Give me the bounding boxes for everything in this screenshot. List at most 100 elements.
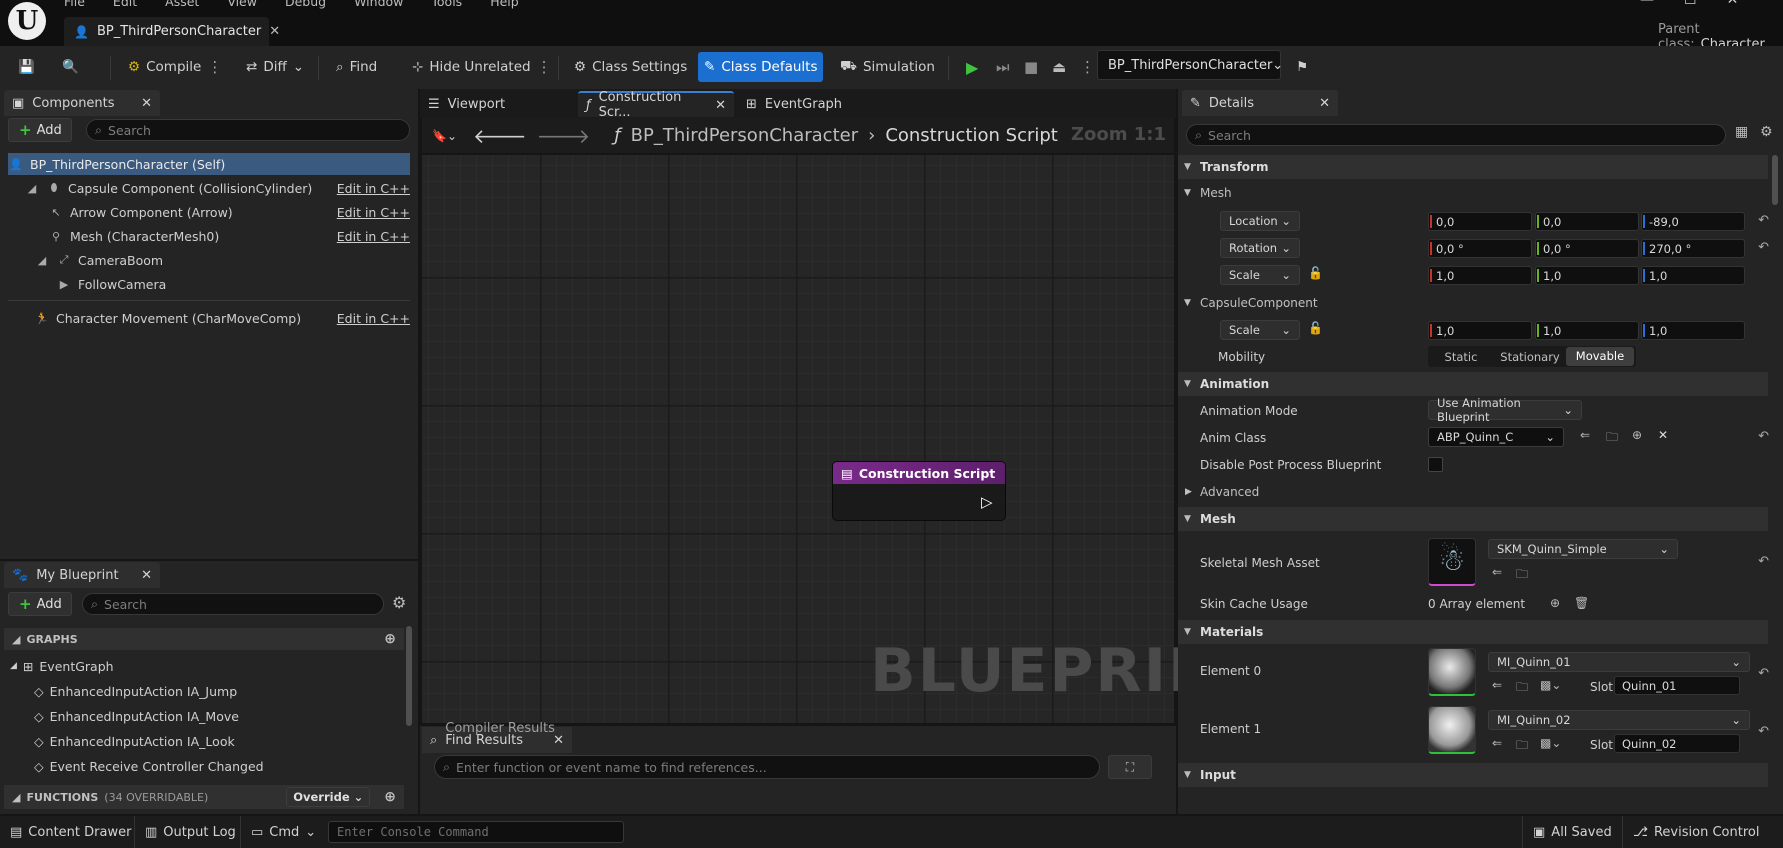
capsule-scale-x-field[interactable]: 1,0: [1428, 321, 1532, 340]
add-element-icon[interactable]: ⊕: [1550, 596, 1560, 610]
menu-asset[interactable]: Asset: [165, 0, 199, 9]
minimize-icon[interactable]: —: [1640, 0, 1654, 8]
mobility-movable[interactable]: Movable: [1566, 347, 1634, 366]
close-tab-icon[interactable]: ✕: [269, 24, 280, 39]
capsule-subsection[interactable]: ▼ CapsuleComponent: [1178, 292, 1768, 314]
disable-post-checkbox[interactable]: [1428, 457, 1443, 472]
edit-in-cpp-link[interactable]: Edit in C++: [337, 311, 410, 326]
tab-construction-script[interactable]: ƒ Construction Scr... ✕: [578, 90, 734, 120]
reset-to-default-icon[interactable]: ↶: [1758, 240, 1769, 255]
details-tab[interactable]: ✎ Details ✕: [1182, 90, 1338, 116]
console-command-input[interactable]: Enter Console Command: [328, 821, 624, 843]
skeletal-mesh-select[interactable]: SKM_Quinn_Simple ⌄: [1488, 539, 1678, 559]
capsule-scale-z-field[interactable]: 1,0: [1641, 321, 1745, 340]
table-view-icon[interactable]: ▦: [1735, 124, 1748, 140]
mesh-section[interactable]: ▼ Mesh: [1178, 507, 1768, 531]
transform-section[interactable]: ▼ Transform: [1178, 155, 1768, 179]
maximize-icon[interactable]: ☐: [1684, 0, 1697, 8]
scrollbar-thumb[interactable]: [406, 626, 412, 726]
scale-y-field[interactable]: 1,0: [1535, 266, 1639, 285]
find-button[interactable]: ⌕ Find: [330, 52, 383, 82]
bookmark-icon[interactable]: 🔖⌄: [432, 129, 457, 143]
compiler-results-label[interactable]: Compiler Results: [445, 721, 555, 736]
menu-debug[interactable]: Debug: [285, 0, 326, 9]
cmd-select[interactable]: ▭ Cmd ⌄: [240, 816, 326, 848]
trash-icon[interactable]: 🗑: [1574, 596, 1589, 610]
reset-to-default-icon[interactable]: ↶: [1758, 429, 1769, 444]
scale-mode-select[interactable]: Scale ⌄: [1220, 265, 1300, 285]
capsule-scale-mode-select[interactable]: Scale ⌄: [1220, 320, 1300, 340]
element0-select[interactable]: MI_Quinn_01 ⌄: [1488, 652, 1750, 672]
use-selected-icon[interactable]: ⇐: [1492, 736, 1502, 750]
location-y-field[interactable]: 0,0: [1535, 212, 1639, 231]
scrollbar-thumb[interactable]: [1772, 155, 1778, 205]
menu-file[interactable]: File: [64, 0, 85, 9]
event-item[interactable]: ◇ Event Receive Controller Changed: [34, 755, 264, 777]
advance-frame-button[interactable]: ⏭: [990, 52, 1016, 82]
add-icon[interactable]: ⊕: [1632, 428, 1642, 442]
hide-unrelated-button[interactable]: ⊹ Hide Unrelated ⋮: [406, 52, 558, 82]
component-capsule[interactable]: ◢ ⬮ Capsule Component (CollisionCylinder) E…: [8, 177, 410, 199]
add-member-button[interactable]: + Add: [8, 592, 72, 616]
close-tab-icon[interactable]: ✕: [715, 98, 726, 113]
revision-control-button[interactable]: ⎇ Revision Control: [1622, 816, 1769, 848]
my-blueprint-search-input[interactable]: ⌕ Search: [82, 593, 384, 615]
save-button[interactable]: 💾: [12, 52, 41, 82]
use-selected-icon[interactable]: ⇐: [1492, 565, 1502, 579]
browse-folder-icon[interactable]: 🗀: [1516, 565, 1528, 586]
material0-thumbnail[interactable]: [1428, 648, 1476, 696]
menu-window[interactable]: Window: [354, 0, 403, 9]
checker-options-icon[interactable]: ▩⌄: [1540, 736, 1561, 750]
debug-object-select[interactable]: BP_ThirdPersonCharacter ⌄: [1097, 50, 1283, 80]
edit-in-cpp-link[interactable]: Edit in C++: [337, 205, 410, 220]
hide-unrelated-options-icon[interactable]: ⋮: [537, 58, 552, 76]
checker-options-icon[interactable]: ▩⌄: [1540, 678, 1561, 692]
override-button[interactable]: Override ⌄: [286, 787, 371, 807]
location-z-field[interactable]: -89,0: [1641, 212, 1745, 231]
find-results-tab[interactable]: ⌕ Compiler Results Find Results ✕: [422, 721, 572, 753]
stop-button[interactable]: ■: [1018, 52, 1044, 82]
slot1-field[interactable]: Quinn_02: [1614, 734, 1740, 753]
class-defaults-button[interactable]: ✎ Class Defaults: [698, 52, 824, 82]
browse-folder-icon[interactable]: 🗀: [1516, 736, 1528, 757]
simulation-button[interactable]: ⛟ Simulation: [834, 52, 941, 82]
functions-section[interactable]: ◢ FUNCTIONS (34 OVERRIDABLE) Override ⌄ ⊕: [4, 785, 404, 809]
graphs-section[interactable]: ◢ GRAPHS ⊕: [4, 628, 404, 650]
add-component-button[interactable]: + Add: [8, 118, 72, 142]
rotation-mode-select[interactable]: Rotation ⌄: [1220, 238, 1300, 258]
settings-gear-icon[interactable]: ⚙: [1760, 124, 1773, 140]
components-tab[interactable]: ▣ Components ✕: [4, 90, 160, 116]
rotation-z-field[interactable]: 270,0 °: [1641, 239, 1745, 258]
find-in-all-button[interactable]: ⛶: [1108, 755, 1152, 779]
component-arrow[interactable]: ↖ Arrow Component (Arrow) Edit in C++: [8, 201, 410, 223]
animation-section[interactable]: ▼ Animation: [1178, 372, 1768, 396]
event-item[interactable]: ◇ EnhancedInputAction IA_Move: [34, 705, 239, 727]
slot0-field[interactable]: Quinn_01: [1614, 676, 1740, 695]
reset-to-default-icon[interactable]: ↶: [1758, 666, 1769, 681]
reset-to-default-icon[interactable]: ↶: [1758, 724, 1769, 739]
component-mesh[interactable]: ⚲ Mesh (CharacterMesh0) Edit in C++: [8, 225, 410, 247]
advanced-toggle[interactable]: ▶ Advanced: [1178, 481, 1768, 503]
close-panel-icon[interactable]: ✕: [141, 568, 152, 583]
menu-edit[interactable]: Edit: [113, 0, 137, 9]
lock-icon[interactable]: 🔓: [1308, 266, 1323, 280]
construction-script-node[interactable]: ▤ Construction Script ▷: [832, 461, 1006, 521]
material1-thumbnail[interactable]: [1428, 706, 1476, 754]
capsule-scale-y-field[interactable]: 1,0: [1535, 321, 1639, 340]
eventgraph-item[interactable]: ◢ ⊞ EventGraph: [10, 655, 114, 677]
back-arrow-icon[interactable]: 🡐: [473, 124, 527, 148]
tab-viewport[interactable]: ☰ Viewport: [420, 91, 576, 117]
mobility-static[interactable]: Static: [1428, 350, 1494, 364]
scale-z-field[interactable]: 1,0: [1641, 266, 1745, 285]
input-section[interactable]: ▼ Input: [1178, 763, 1768, 787]
output-log-button[interactable]: ▥ Output Log: [134, 816, 246, 848]
event-item[interactable]: ◇ EnhancedInputAction IA_Jump: [34, 680, 237, 702]
details-search-input[interactable]: ⌕ Search: [1186, 124, 1726, 146]
close-panel-icon[interactable]: ✕: [141, 96, 152, 111]
breadcrumb-root[interactable]: BP_ThirdPersonCharacter: [631, 125, 858, 146]
eject-button[interactable]: ⏏: [1046, 52, 1072, 82]
location-x-field[interactable]: 0,0: [1428, 212, 1532, 231]
menu-help[interactable]: Help: [490, 0, 519, 9]
browse-folder-icon[interactable]: 🗀: [1606, 428, 1618, 449]
browse-folder-icon[interactable]: 🗀: [1516, 678, 1528, 699]
